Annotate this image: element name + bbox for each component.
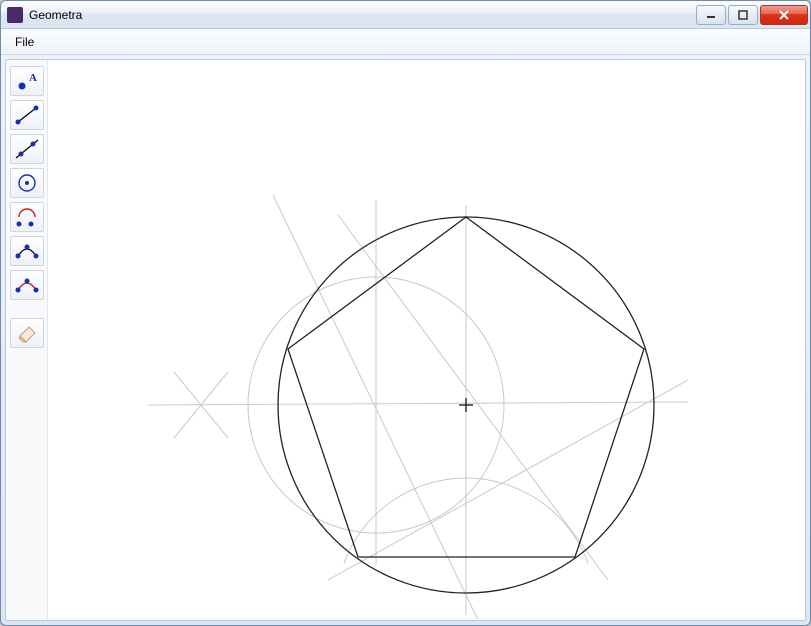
segment-icon [15, 104, 39, 126]
menu-file[interactable]: File [7, 33, 42, 51]
titlebar: Geometra [1, 1, 810, 29]
segment-tool[interactable] [10, 100, 44, 130]
arc-center-tool[interactable] [10, 202, 44, 232]
arc-3point-tool[interactable] [10, 236, 44, 266]
maximize-button[interactable] [728, 5, 758, 25]
minimize-icon [706, 10, 716, 20]
eraser-tool[interactable] [10, 318, 44, 348]
line-icon [15, 138, 39, 160]
line-tool[interactable] [10, 134, 44, 164]
window-title: Geometra [29, 8, 694, 22]
window-controls [694, 5, 808, 25]
close-button[interactable] [760, 5, 808, 25]
app-window: Geometra File A [0, 0, 811, 626]
eraser-icon [15, 322, 39, 344]
circle-tool[interactable] [10, 168, 44, 198]
point-tool[interactable]: A [10, 66, 44, 96]
toolbox: A [6, 60, 48, 620]
point-icon: A [15, 70, 39, 92]
svg-text:A: A [29, 72, 37, 84]
menubar: File [1, 29, 810, 55]
arc-red-tool[interactable] [10, 270, 44, 300]
arc-3point-icon [15, 240, 39, 262]
arc-center-icon [15, 206, 39, 228]
drawing-svg [48, 60, 805, 620]
close-icon [778, 9, 790, 21]
content-area: A [5, 59, 806, 621]
drawing-canvas[interactable] [48, 60, 805, 620]
app-icon [7, 7, 23, 23]
circle-icon [15, 172, 39, 194]
maximize-icon [738, 10, 748, 20]
minimize-button[interactable] [696, 5, 726, 25]
arc-red-icon [15, 274, 39, 296]
